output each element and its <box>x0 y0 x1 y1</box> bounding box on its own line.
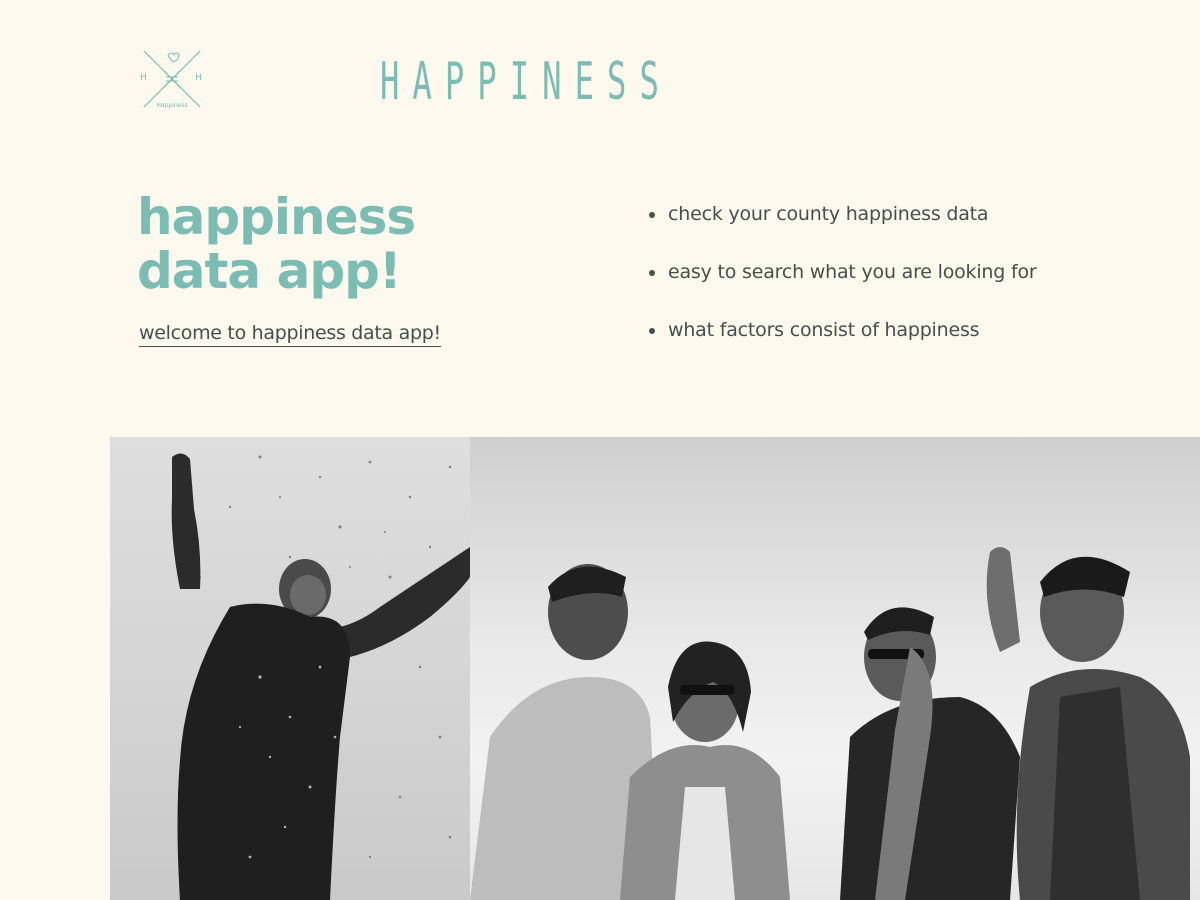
bullet-icon <box>649 328 655 334</box>
logo-letter-left: H <box>140 73 147 83</box>
brand-logo[interactable]: H H Happiness <box>140 47 204 111</box>
features-list: check your county happiness data easy to… <box>648 196 1037 370</box>
friends-illustration <box>470 547 1190 900</box>
feature-text: check your county happiness data <box>668 203 989 225</box>
logo-caption: Happiness <box>156 102 188 109</box>
hero-heading: happiness data app! <box>137 188 416 300</box>
feature-item: easy to search what you are looking for <box>648 254 1037 312</box>
welcome-link[interactable]: welcome to happiness data app! <box>139 322 441 347</box>
group-of-friends-photo <box>470 437 1200 900</box>
feature-item: what factors consist of happiness <box>648 312 1037 370</box>
logo-letter-right: H <box>195 73 202 83</box>
feature-text: what factors consist of happiness <box>668 319 980 341</box>
feature-text: easy to search what you are looking for <box>668 261 1037 283</box>
feature-item: check your county happiness data <box>648 196 1037 254</box>
hero-heading-line2: data app! <box>137 242 402 300</box>
hero-heading-line1: happiness <box>137 188 416 246</box>
woman-confetti-illustration <box>171 453 470 900</box>
bullet-icon <box>649 212 655 218</box>
landing-page: H H Happiness HAPPINESS happiness data a… <box>0 0 1200 900</box>
woman-celebrating-photo <box>110 437 470 900</box>
bullet-icon <box>649 270 655 276</box>
brand-title: HAPPINESS <box>380 52 672 112</box>
